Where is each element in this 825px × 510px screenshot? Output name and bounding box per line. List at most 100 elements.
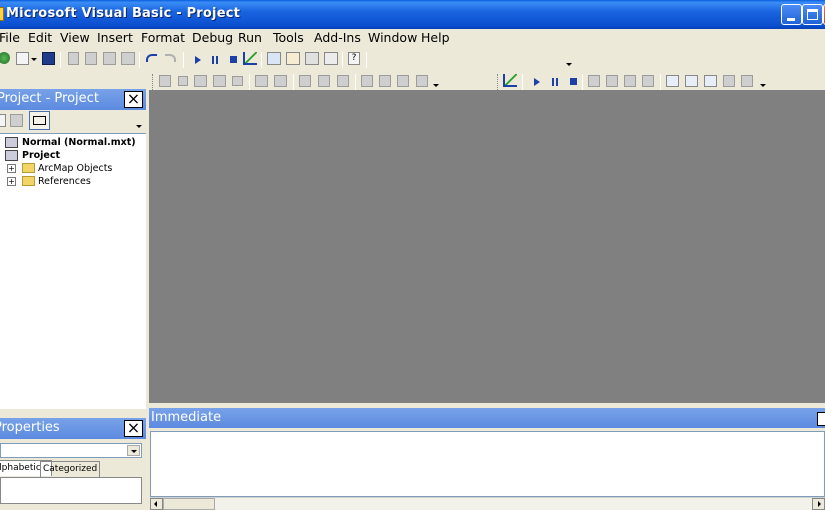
immediate-panel-title-text: Immediate [151,410,222,425]
toggle-folders-button[interactable] [29,111,50,130]
toggle-breakpoint-icon[interactable] [588,75,600,87]
close-properties-panel-icon[interactable]: × [124,420,143,437]
minimize-button[interactable] [781,4,802,25]
quick-watch-icon[interactable] [723,75,735,87]
immediate-window-icon[interactable] [685,75,698,87]
view-code-icon[interactable] [0,114,6,127]
tree-item-references[interactable]: + References [0,175,146,188]
reset-icon[interactable] [230,56,237,63]
toggle-bookmark-icon[interactable] [361,75,373,87]
menu-insert[interactable]: Insert [97,30,133,46]
menu-view[interactable]: View [60,30,90,46]
design-mode-icon[interactable] [243,52,257,65]
next-bookmark-icon[interactable] [379,75,391,87]
chevron-down-icon[interactable] [31,58,37,61]
scroll-thumb[interactable] [163,498,215,510]
parameter-info-icon[interactable] [213,75,226,87]
run-icon[interactable] [195,56,201,64]
menu-debug[interactable]: Debug [192,30,233,46]
design-mode-icon[interactable] [503,74,517,87]
menu-tools[interactable]: Tools [273,30,304,46]
scroll-left-button[interactable] [150,498,163,510]
comment-block-icon[interactable] [318,75,330,87]
previous-bookmark-icon[interactable] [397,75,409,87]
expand-icon[interactable]: + [7,177,16,186]
menu-edit[interactable]: Edit [28,30,52,46]
indent-icon[interactable] [255,75,268,87]
maximize-button[interactable] [802,4,823,25]
menu-window[interactable]: Window [368,30,417,46]
properties-grid[interactable] [0,477,142,504]
tree-item-arcmap-objects[interactable]: + ArcMap Objects [0,162,146,175]
expand-icon[interactable]: + [7,164,16,173]
title-bar: Microsoft Visual Basic - Project [0,0,825,29]
scroll-left-icon [154,501,157,507]
toolbar-options-chevron-icon[interactable] [433,84,439,87]
outdent-icon[interactable] [274,75,287,87]
redo-icon[interactable] [165,54,176,62]
toggle-breakpoint-icon[interactable] [299,75,311,87]
toolbar-grip[interactable] [152,74,155,90]
tree-item-label: Project [22,150,61,161]
tree-item-label: References [38,176,91,187]
vb-app-icon [0,7,4,21]
close-project-panel-icon[interactable]: × [124,91,143,108]
chevron-down-icon[interactable] [136,125,142,128]
project-explorer-icon[interactable] [267,52,281,65]
code-workspace[interactable] [149,90,825,403]
step-out-icon[interactable] [642,75,654,87]
toolbar-options-chevron-icon[interactable] [760,84,766,87]
properties-window-icon[interactable] [286,52,300,65]
menu-help[interactable]: Help [421,30,450,46]
toolbox-icon[interactable] [324,52,338,65]
step-over-icon[interactable] [624,75,636,87]
reset-icon[interactable] [570,78,577,85]
object-selector[interactable] [0,443,142,458]
toolbar-separator [183,52,184,68]
object-selector-dropdown[interactable] [127,445,140,456]
undo-icon[interactable] [146,54,157,62]
minimize-icon [787,18,795,21]
run-icon[interactable] [534,78,540,86]
menu-run[interactable]: Run [238,30,262,46]
toolbar-separator [139,52,140,68]
list-constants-icon[interactable] [178,76,188,86]
watch-window-icon[interactable] [704,75,717,87]
menu-file[interactable]: File [0,30,20,46]
find-icon[interactable] [121,52,135,65]
insert-module-icon[interactable] [16,52,29,65]
folder-icon [22,163,35,173]
object-browser-icon[interactable] [305,52,319,65]
tree-item-project[interactable]: Project [0,149,146,162]
standard-toolbar: ? [0,49,580,71]
list-properties-icon[interactable] [159,75,171,87]
step-into-icon[interactable] [606,75,618,87]
project-panel-toolbar [0,111,146,133]
horizontal-scrollbar[interactable] [150,497,825,510]
break-icon[interactable] [552,78,558,86]
save-icon[interactable] [42,52,55,65]
tree-item-normal[interactable]: Normal (Normal.mxt) [0,136,146,149]
uncomment-block-icon[interactable] [337,75,349,87]
quick-info-icon[interactable] [194,75,207,87]
help-icon[interactable]: ? [348,52,360,65]
locals-window-icon[interactable] [666,75,679,87]
close-immediate-panel-icon[interactable] [817,412,825,426]
call-stack-icon[interactable] [741,75,753,87]
copy-icon[interactable] [85,52,97,65]
toolbar-separator [366,52,367,68]
paste-icon[interactable] [103,52,116,65]
complete-word-icon[interactable] [232,76,243,86]
cut-icon[interactable] [68,52,79,65]
menu-format[interactable]: Format [141,30,185,46]
view-object-icon[interactable] [10,114,23,127]
immediate-input[interactable] [150,431,825,497]
toolbar-options-chevron-icon[interactable] [566,63,572,66]
tab-categorized[interactable]: Categorized [40,461,101,477]
toolbar-grip[interactable] [497,74,500,90]
clear-bookmarks-icon[interactable] [416,75,428,87]
break-icon[interactable] [212,56,218,64]
view-host-app-icon[interactable] [0,52,10,64]
scroll-right-button[interactable] [812,498,825,510]
menu-add-ins[interactable]: Add-Ins [314,30,361,46]
